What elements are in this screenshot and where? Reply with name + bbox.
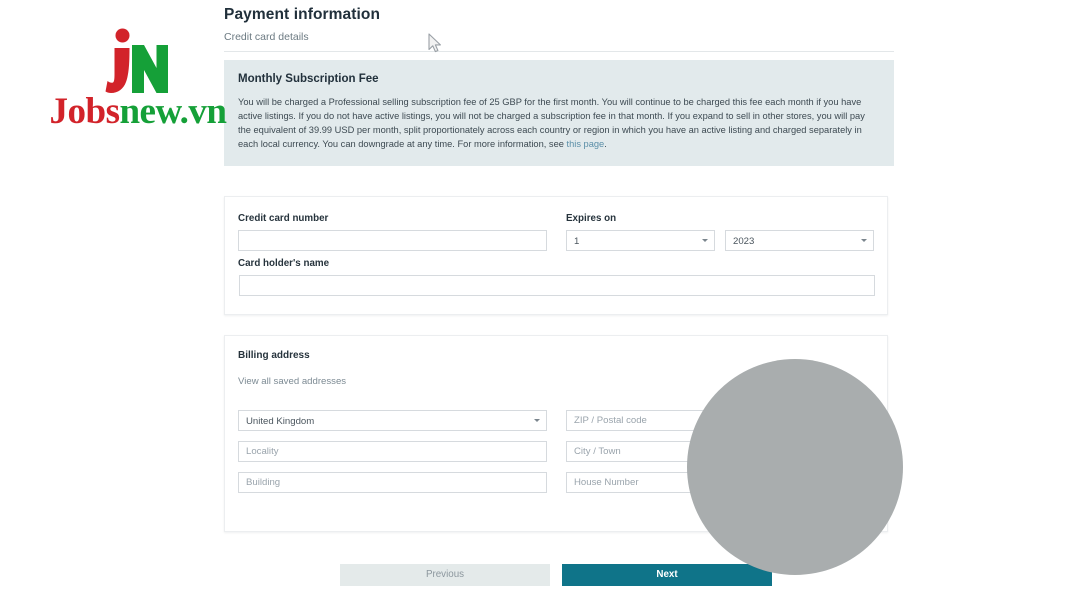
this-page-link[interactable]: this page bbox=[567, 139, 605, 149]
expiry-month-value: 1 bbox=[566, 230, 715, 251]
header-divider bbox=[224, 51, 894, 52]
page-header: Payment information Credit card details bbox=[224, 6, 894, 43]
country-value: United Kingdom bbox=[238, 410, 547, 431]
country-select[interactable]: United Kingdom bbox=[238, 410, 547, 431]
chevron-down-icon bbox=[861, 239, 867, 242]
billing-address-panel bbox=[224, 335, 888, 532]
notice-body-text: You will be charged a Professional selli… bbox=[238, 97, 865, 150]
page-title: Payment information bbox=[224, 6, 381, 23]
billing-address-title: Billing address bbox=[238, 350, 310, 361]
card-holder-name-input[interactable] bbox=[239, 275, 875, 296]
city-town-input[interactable] bbox=[566, 441, 875, 462]
building-input[interactable] bbox=[238, 472, 547, 493]
notice-title: Monthly Subscription Fee bbox=[238, 73, 379, 85]
expiry-month-select[interactable]: 1 bbox=[566, 230, 715, 251]
page-subtitle: Credit card details bbox=[224, 31, 309, 43]
notice-body-end: . bbox=[604, 139, 607, 150]
expiry-year-value: 2023 bbox=[725, 230, 874, 251]
chevron-down-icon bbox=[702, 239, 708, 242]
credit-card-number-input[interactable] bbox=[238, 230, 547, 251]
notice-body: You will be charged a Professional selli… bbox=[238, 95, 876, 152]
card-holder-name-label: Card holder's name bbox=[238, 258, 330, 269]
credit-card-number-label: Credit card number bbox=[238, 213, 329, 224]
circle-clip-mask bbox=[903, 330, 1080, 605]
house-number-input[interactable] bbox=[566, 472, 875, 493]
previous-button[interactable]: Previous bbox=[340, 564, 550, 586]
next-button[interactable]: Next bbox=[562, 564, 772, 586]
view-saved-addresses-link[interactable]: View all saved addresses bbox=[238, 376, 346, 387]
locality-input[interactable] bbox=[238, 441, 547, 462]
zip-postal-code-input[interactable] bbox=[566, 410, 875, 431]
expiry-year-select[interactable]: 2023 bbox=[725, 230, 874, 251]
payment-information-page: Payment information Credit card details … bbox=[0, 0, 1080, 605]
expires-on-label: Expires on bbox=[566, 213, 617, 224]
chevron-down-icon bbox=[534, 419, 540, 422]
subscription-fee-notice: Monthly Subscription Fee You will be cha… bbox=[224, 60, 894, 166]
